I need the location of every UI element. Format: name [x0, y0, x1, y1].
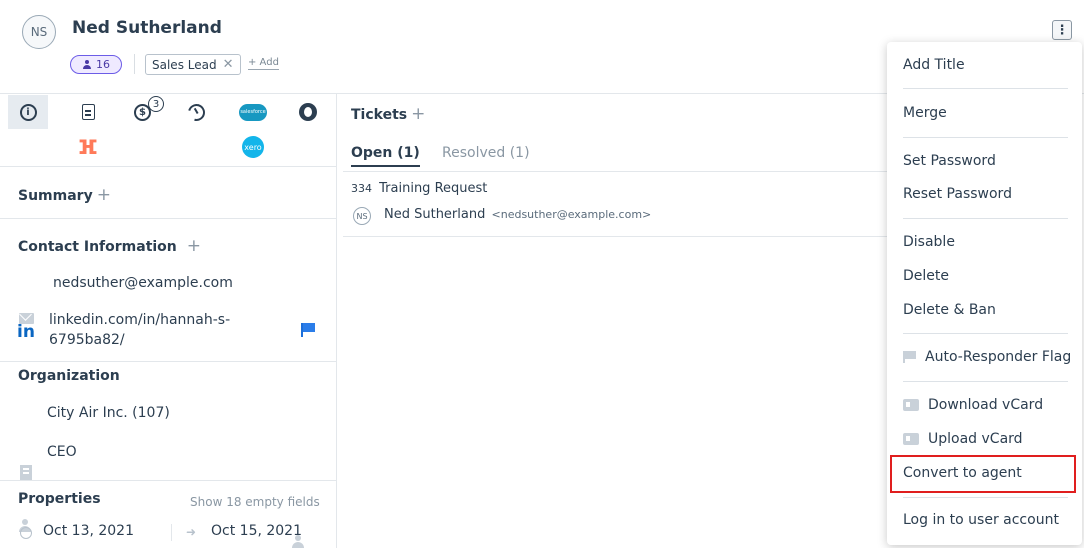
add-tag-link[interactable]: + Add: [248, 57, 279, 70]
menu-item-download-vcard[interactable]: Download vCard: [903, 397, 1043, 413]
divider: [0, 480, 336, 481]
tab-history[interactable]: [176, 95, 216, 129]
tab-notes[interactable]: [68, 95, 108, 129]
menu-item-label: Merge: [903, 105, 947, 121]
vcard-icon: [903, 433, 919, 445]
properties-section-title: Properties: [18, 491, 101, 507]
updated-arrow-icon: ➜: [186, 525, 197, 539]
menu-item-delete-ban[interactable]: Delete & Ban: [903, 302, 996, 318]
tickets-label: Tickets: [351, 107, 408, 123]
flag-icon[interactable]: [301, 323, 315, 337]
menu-item-delete[interactable]: Delete: [903, 268, 949, 284]
menu-item-label: Disable: [903, 234, 955, 250]
menu-item-label: Upload vCard: [928, 431, 1023, 447]
menu-item-label: Set Password: [903, 153, 996, 169]
menu-divider: [903, 381, 1068, 382]
salesforce-icon: salesforce: [239, 103, 267, 121]
requester-avatar: NS: [353, 207, 371, 225]
menu-item-reset-password[interactable]: Reset Password: [903, 186, 1012, 202]
mailchimp-icon: [299, 103, 317, 121]
contact-info-section-title: Contact Information +: [18, 236, 201, 256]
ticket-requester: Ned Sutherland <nedsuther@example.com>: [384, 207, 651, 222]
menu-divider: [903, 218, 1068, 219]
tab-salesforce[interactable]: salesforce: [233, 95, 273, 129]
more-options-button[interactable]: ⋮: [1052, 20, 1072, 40]
tab-info[interactable]: i: [8, 95, 48, 129]
menu-item-label: Log in to user account: [903, 512, 1059, 528]
menu-divider: [903, 333, 1068, 334]
tab-xero[interactable]: xero: [233, 130, 273, 164]
updated-date: Oct 15, 2021: [211, 523, 302, 539]
created-date: Oct 13, 2021: [43, 523, 134, 539]
contact-email[interactable]: nedsuther@example.com: [53, 275, 233, 291]
divider: [134, 54, 135, 74]
created-clock-icon: [20, 527, 32, 539]
show-empty-fields-link[interactable]: Show 18 empty fields: [190, 495, 320, 509]
menu-item-label: Delete & Ban: [903, 302, 996, 318]
menu-item-merge[interactable]: Merge: [903, 105, 947, 121]
person-icon: [82, 59, 92, 70]
contact-linkedin[interactable]: linkedin.com/in/hannah-s-6795ba82/: [49, 310, 264, 350]
menu-divider: [903, 137, 1068, 138]
xero-icon: xero: [242, 136, 264, 158]
ticket-row[interactable]: 334 Training Request: [351, 181, 487, 196]
ticket-subject[interactable]: Training Request: [379, 181, 487, 196]
tab-deals[interactable]: $ 3: [126, 95, 166, 129]
info-icon: i: [19, 103, 37, 121]
contact-count: 16: [96, 58, 110, 71]
contact-avatar: NS: [22, 15, 56, 49]
menu-divider: [903, 497, 1068, 498]
tab-resolved-tickets[interactable]: Resolved (1): [442, 145, 530, 161]
vcard-icon: [903, 399, 919, 411]
contact-name: Ned Sutherland: [72, 18, 222, 38]
menu-item-auto-responder-flag[interactable]: Auto-Responder Flag: [903, 349, 1071, 365]
highlight-box: [890, 455, 1076, 493]
divider: [171, 524, 172, 541]
hubspot-icon: ⴼ: [78, 135, 98, 159]
tab-mailchimp[interactable]: [288, 95, 328, 129]
add-contact-info-button[interactable]: +: [187, 236, 201, 256]
building-icon: [20, 465, 32, 480]
summary-label: Summary: [18, 188, 93, 204]
divider: [343, 171, 887, 172]
add-ticket-button[interactable]: +: [411, 104, 425, 124]
summary-section-title: Summary +: [18, 185, 111, 205]
requester-name[interactable]: Ned Sutherland: [384, 207, 485, 222]
history-icon: [184, 100, 208, 124]
divider: [343, 236, 887, 237]
tab-hubspot[interactable]: ⴼ: [68, 130, 108, 164]
tickets-section-title: Tickets +: [351, 104, 425, 124]
add-summary-button[interactable]: +: [97, 185, 111, 205]
menu-item-set-password[interactable]: Set Password: [903, 153, 996, 169]
tag-label: Sales Lead: [152, 57, 217, 72]
tag-sales-lead[interactable]: Sales Lead ✕: [145, 54, 241, 75]
menu-divider: [903, 88, 1068, 89]
organization-section-title: Organization: [18, 368, 120, 384]
menu-item-label: Delete: [903, 268, 949, 284]
menu-item-disable[interactable]: Disable: [903, 234, 955, 250]
menu-item-log-in-as-user[interactable]: Log in to user account: [903, 512, 1059, 528]
divider: [0, 361, 336, 362]
menu-item-label: Download vCard: [928, 397, 1044, 413]
contact-title: CEO: [47, 444, 77, 460]
deals-count-badge: 3: [148, 96, 164, 112]
ticket-number: 334: [351, 182, 372, 195]
divider: [0, 166, 336, 167]
contact-count-pill[interactable]: 16: [70, 55, 122, 74]
contact-info-label: Contact Information: [18, 239, 177, 255]
organization-link[interactable]: City Air Inc. (107): [47, 405, 170, 421]
menu-item-label: Reset Password: [903, 186, 1012, 202]
close-icon[interactable]: ✕: [223, 57, 234, 72]
flag-icon: [903, 351, 916, 363]
linkedin-icon: in: [17, 322, 35, 342]
menu-item-upload-vcard[interactable]: Upload vCard: [903, 431, 1023, 447]
column-divider: [336, 94, 337, 548]
menu-item-add-title[interactable]: Add Title: [903, 57, 965, 73]
tab-open-tickets[interactable]: Open (1): [351, 145, 420, 167]
menu-item-label: Add Title: [903, 57, 965, 73]
menu-item-label: Auto-Responder Flag: [925, 349, 1072, 365]
document-icon: [81, 104, 95, 120]
requester-email: <nedsuther@example.com>: [491, 208, 652, 221]
divider: [0, 218, 336, 219]
